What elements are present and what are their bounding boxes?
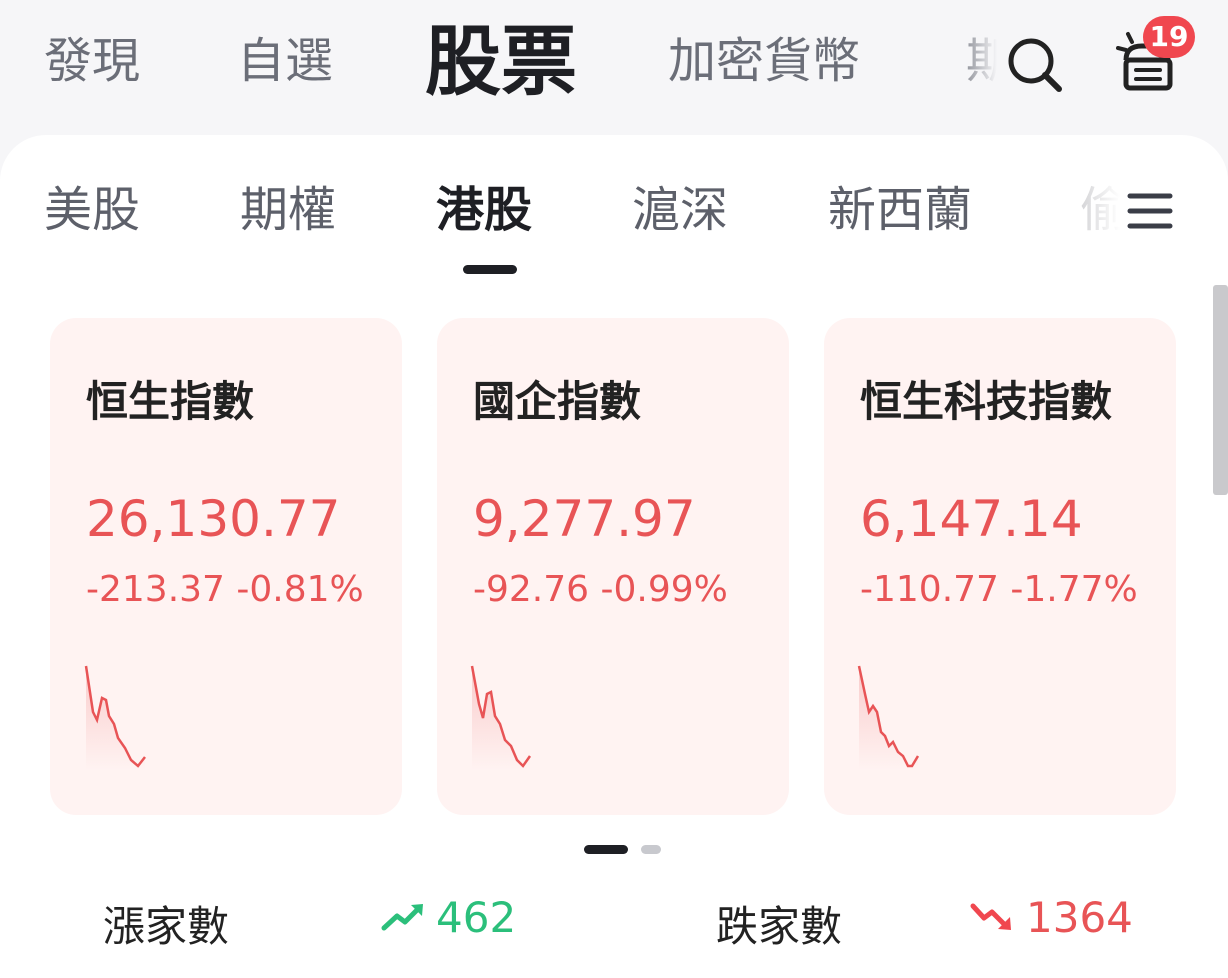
top-tab-stocks[interactable]: 股票: [425, 24, 577, 100]
sparkline-chart: [857, 665, 920, 770]
sub-tab-us-stocks[interactable]: 美股: [44, 186, 140, 234]
index-value: 9,277.97: [473, 490, 696, 548]
index-card-hang-seng-tech[interactable]: 恒生科技指數 6,147.14 -110.77 -1.77%: [824, 318, 1176, 815]
search-icon[interactable]: [1004, 34, 1064, 94]
trend-up-icon: [381, 904, 423, 931]
index-name: 恒生科技指數: [860, 377, 1113, 426]
advancers-count: 462: [436, 893, 517, 942]
sub-tab-hk-stocks[interactable]: 港股: [436, 186, 532, 234]
trend-down-icon: [970, 903, 1011, 930]
sparkline-chart: [84, 665, 146, 770]
menu-icon[interactable]: [1126, 190, 1174, 232]
index-change: -110.77 -1.77%: [860, 569, 1138, 610]
index-change: -213.37 -0.81%: [86, 569, 364, 610]
notification-badge: 19: [1143, 16, 1195, 58]
sub-tab-new-zealand[interactable]: 新西蘭: [828, 186, 972, 234]
active-tab-indicator: [463, 265, 517, 274]
index-value: 26,130.77: [86, 490, 341, 548]
index-card-hscei[interactable]: 國企指數 9,277.97 -92.76 -0.99%: [437, 318, 789, 815]
decliners-label: 跌家數: [716, 902, 843, 951]
index-value: 6,147.14: [860, 490, 1083, 548]
sub-tab-a-shares[interactable]: 滬深: [632, 186, 728, 234]
advancers-label: 漲家數: [103, 902, 230, 951]
top-nav-bar: 發現 自選 股票 加密貨幣 期 19: [0, 0, 1228, 135]
index-card-hang-seng[interactable]: 恒生指數 26,130.77 -213.37 -0.81%: [50, 318, 402, 815]
pager-dot-active[interactable]: [584, 845, 628, 854]
sub-tab-options[interactable]: 期權: [240, 186, 336, 234]
scrollbar[interactable]: [1213, 285, 1228, 495]
top-tab-crypto[interactable]: 加密貨幣: [668, 37, 860, 85]
index-name: 國企指數: [473, 377, 642, 426]
index-name: 恒生指數: [86, 377, 255, 426]
top-tab-discover[interactable]: 發現: [44, 37, 140, 85]
index-change: -92.76 -0.99%: [473, 569, 728, 610]
top-tab-watchlist[interactable]: 自選: [237, 37, 333, 85]
decliners-count: 1364: [1026, 893, 1133, 942]
pager-dot[interactable]: [641, 845, 661, 854]
sparkline-chart: [470, 665, 532, 770]
